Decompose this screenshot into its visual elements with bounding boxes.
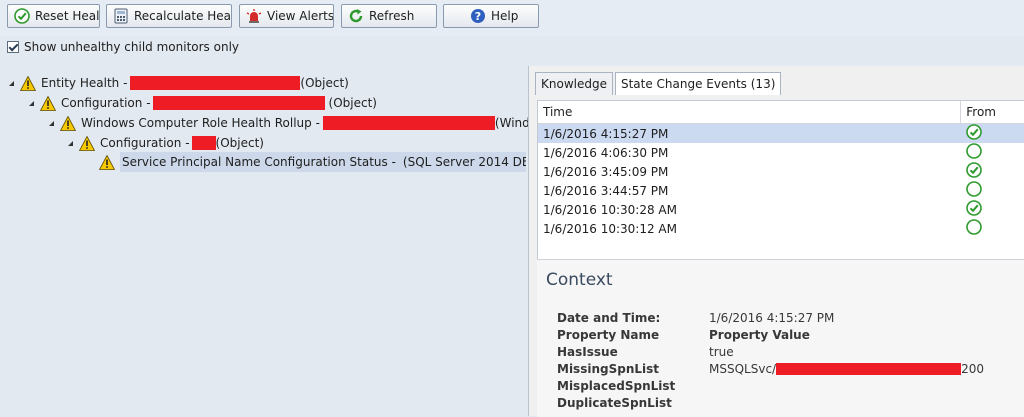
tree-node-label: Configuration - bbox=[61, 96, 151, 110]
table-row[interactable]: 1/6/2016 3:44:57 PM bbox=[538, 181, 1024, 200]
tree-node-selected[interactable]: Service Principal Name Configuration Sta… bbox=[99, 152, 526, 172]
table-row[interactable]: 1/6/2016 4:15:27 PM bbox=[538, 124, 1024, 143]
expand-arrow-icon[interactable] bbox=[49, 120, 54, 126]
context-misplacedspn-row: MisplacedSpnList bbox=[557, 377, 709, 394]
column-header-from[interactable]: From bbox=[961, 101, 1024, 123]
healthy-state-icon bbox=[963, 124, 1023, 143]
redacted-block bbox=[191, 136, 216, 150]
details-pane: Knowledge State Change Events (13) Time … bbox=[528, 66, 1024, 417]
show-unhealthy-option[interactable]: Show unhealthy child monitors only bbox=[7, 40, 239, 54]
event-time: 1/6/2016 3:45:09 PM bbox=[543, 164, 669, 179]
events-rows: 1/6/2016 4:15:27 PM 1/6/2016 4:06:30 PM 1/… bbox=[538, 124, 1024, 238]
context-date-row: Date and Time: 1/6/2016 4:15:27 PM bbox=[557, 309, 834, 326]
warning-icon bbox=[79, 135, 95, 151]
svg-text:?: ? bbox=[475, 10, 481, 23]
event-time: 1/6/2016 10:30:12 AM bbox=[543, 221, 677, 236]
state-change-events-list: Time From 1/6/2016 4:15:27 PM 1/6/2016 4:… bbox=[537, 100, 1024, 272]
tree-node-type: (Object) bbox=[300, 76, 349, 90]
redacted-block bbox=[322, 116, 495, 130]
duplicatespn-label: DuplicateSpnList bbox=[557, 395, 672, 410]
tree-node-type: (SQL Server 2014 DB Engine bbox=[402, 155, 526, 169]
tree-node[interactable]: Configuration - (Object) bbox=[29, 93, 377, 113]
date-value: 1/6/2016 4:15:27 PM bbox=[709, 310, 835, 325]
context-panel: Context Date and Time: 1/6/2016 4:15:27 … bbox=[537, 259, 1024, 417]
help-icon: ? bbox=[471, 9, 485, 23]
warning-icon bbox=[99, 154, 115, 170]
table-row[interactable]: 1/6/2016 10:30:12 AM bbox=[538, 219, 1024, 238]
calculator-icon bbox=[114, 8, 128, 24]
tree-node-type: (Object) bbox=[215, 136, 264, 150]
missingspn-value-suffix: 200 bbox=[961, 361, 984, 376]
details-tabs: Knowledge State Change Events (13) bbox=[535, 72, 783, 95]
property-name-header: Property Name bbox=[557, 327, 660, 342]
warning-icon bbox=[40, 95, 56, 111]
warning-icon bbox=[20, 75, 36, 91]
missingspn-value-prefix: MSSQLSvc/ bbox=[709, 361, 777, 376]
tree-node-type: (Object) bbox=[328, 96, 377, 110]
refresh-icon bbox=[349, 9, 363, 23]
reset-health-label: Reset Health bbox=[35, 9, 100, 23]
context-hasissue-row: HasIssue true bbox=[557, 343, 734, 360]
view-alerts-label: View Alerts bbox=[267, 9, 334, 23]
tree-node-label: Configuration - bbox=[100, 136, 190, 150]
redacted-block bbox=[776, 362, 962, 375]
hasissue-value: true bbox=[709, 344, 734, 359]
context-duplicatespn-row: DuplicateSpnList bbox=[557, 394, 709, 411]
toolbar: Reset Health Recalculate Health View Ale… bbox=[0, 0, 1024, 36]
show-unhealthy-label: Show unhealthy child monitors only bbox=[24, 40, 240, 54]
empty-state-icon bbox=[963, 181, 1023, 200]
missingspn-label: MissingSpnList bbox=[557, 361, 659, 376]
tab-knowledge[interactable]: Knowledge bbox=[535, 72, 613, 95]
event-time: 1/6/2016 10:30:28 AM bbox=[543, 202, 677, 217]
hasissue-label: HasIssue bbox=[557, 344, 618, 359]
show-unhealthy-checkbox[interactable] bbox=[7, 41, 19, 53]
tab-state-change-events[interactable]: State Change Events (13) bbox=[614, 72, 782, 95]
tree-node[interactable]: Configuration - (Object) bbox=[68, 133, 264, 153]
recalculate-health-label: Recalculate Health bbox=[134, 9, 232, 23]
health-tree: Entity Health - (Object) Configuration -… bbox=[0, 66, 553, 416]
selected-node-row: Service Principal Name Configuration Sta… bbox=[120, 152, 526, 172]
misplacedspn-label: MisplacedSpnList bbox=[557, 378, 676, 393]
column-header-time[interactable]: Time bbox=[538, 101, 962, 123]
tree-node-label: Entity Health - bbox=[41, 76, 128, 90]
healthy-state-icon bbox=[963, 200, 1023, 219]
healthy-state-icon bbox=[963, 162, 1023, 181]
recalculate-health-button[interactable]: Recalculate Health bbox=[106, 4, 232, 28]
property-value-header: Property Value bbox=[709, 327, 810, 342]
expand-arrow-icon[interactable] bbox=[9, 80, 14, 86]
view-alerts-button[interactable]: View Alerts bbox=[239, 4, 334, 28]
date-label: Date and Time: bbox=[557, 310, 661, 325]
expand-arrow-icon[interactable] bbox=[68, 140, 73, 146]
redacted-block bbox=[130, 76, 301, 90]
list-item-partial bbox=[538, 238, 1024, 248]
refresh-button[interactable]: Refresh bbox=[341, 4, 437, 28]
alert-siren-icon bbox=[246, 9, 262, 23]
context-property-header: Property Name Property Value bbox=[557, 326, 810, 343]
redacted-block bbox=[152, 96, 325, 110]
help-button[interactable]: ? Help bbox=[443, 4, 539, 28]
tree-node[interactable]: Entity Health - (Object) bbox=[9, 73, 349, 93]
event-time: 1/6/2016 4:06:30 PM bbox=[543, 145, 669, 160]
table-row[interactable]: 1/6/2016 4:06:30 PM bbox=[538, 143, 1024, 162]
table-row[interactable]: 1/6/2016 3:45:09 PM bbox=[538, 162, 1024, 181]
refresh-label: Refresh bbox=[369, 9, 415, 23]
empty-state-icon bbox=[963, 219, 1023, 238]
event-time: 1/6/2016 3:44:57 PM bbox=[543, 183, 669, 198]
reset-health-button[interactable]: Reset Health bbox=[7, 4, 100, 28]
expand-arrow-icon[interactable] bbox=[29, 100, 34, 106]
green-check-icon bbox=[14, 8, 30, 24]
tree-node[interactable]: Windows Computer Role Health Rollup - (W… bbox=[49, 113, 553, 133]
tree-node-label: Windows Computer Role Health Rollup - bbox=[81, 116, 320, 130]
context-missingspn-row: MissingSpnList MSSQLSvc/ 200 bbox=[557, 360, 984, 377]
table-row[interactable]: 1/6/2016 10:30:28 AM bbox=[538, 200, 1024, 219]
event-time: 1/6/2016 4:15:27 PM bbox=[543, 126, 669, 141]
help-label: Help bbox=[491, 9, 519, 23]
empty-state-icon bbox=[963, 143, 1023, 162]
events-header: Time From bbox=[538, 101, 1024, 124]
tree-node-label: Service Principal Name Configuration Sta… bbox=[122, 155, 396, 169]
context-title: Context bbox=[546, 270, 613, 290]
warning-icon bbox=[60, 115, 76, 131]
